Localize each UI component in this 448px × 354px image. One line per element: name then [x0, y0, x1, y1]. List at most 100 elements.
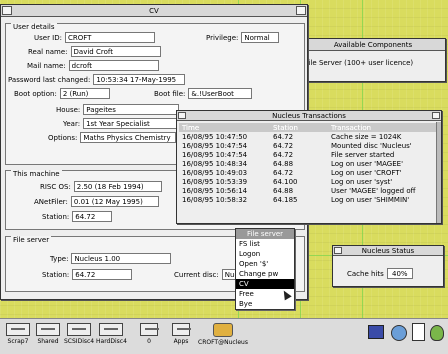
drive-icon	[67, 323, 92, 336]
password-changed-field: 10:53:34 17-May-1995	[93, 74, 186, 85]
table-row[interactable]: 16/08/95 10:58:32 64.185 Log on user 'SHIM…	[179, 195, 439, 204]
table-cell: 16/08/95 10:47:54	[182, 150, 248, 159]
toggle-size-icon[interactable]	[432, 112, 440, 119]
window-titlebar[interactable]: CV	[1, 5, 307, 17]
drive-icon	[6, 323, 30, 336]
cache-hits-label: Cache hits	[347, 269, 384, 278]
window-title: Nucleus Status	[361, 246, 415, 255]
back-icon[interactable]	[2, 6, 12, 15]
password-changed-label: Password last changed:	[8, 75, 91, 84]
fs-station-field: 64.72	[72, 269, 133, 280]
table-cell: 64.72	[273, 150, 294, 159]
back-icon[interactable]	[178, 112, 186, 119]
house-label: House:	[56, 105, 81, 114]
component-item[interactable]: File Server (100+ user licence)	[305, 59, 413, 67]
fs-type-label: Type:	[50, 254, 69, 263]
table-row[interactable]: 16/08/95 10:48:34 64.88 Log on user 'MAGEE…	[179, 159, 439, 168]
real-name-field: David Croft	[70, 46, 161, 57]
document-icon[interactable]	[412, 323, 425, 341]
table-cell: 64.72	[273, 132, 294, 141]
station-label: Station:	[42, 212, 70, 221]
menu-title: File server	[236, 229, 294, 239]
menu-item-bye[interactable]: Bye	[236, 299, 294, 309]
menu-item-fs-list[interactable]: FS list	[236, 239, 294, 249]
acorn-icon[interactable]	[430, 325, 444, 341]
window-titlebar[interactable]: Nucleus Transactions	[177, 111, 441, 121]
window-titlebar[interactable]: Nucleus Status	[333, 246, 443, 256]
table-cell: Log on user 'CROFT'	[331, 168, 402, 177]
options-label: Options:	[48, 133, 78, 142]
table-row[interactable]: 16/08/95 10:56:14 64.88 User 'MAGEE' logge…	[179, 186, 439, 195]
toggle-size-icon[interactable]	[296, 6, 306, 15]
drive-icon	[140, 323, 159, 336]
menu-item-cv[interactable]: CV	[236, 279, 294, 289]
table-header: Time Station Transaction	[179, 123, 439, 132]
table-cell: 16/08/95 10:47:54	[182, 141, 248, 150]
column-header-time: Time	[182, 123, 200, 132]
mail-name-field: dcroft	[68, 60, 159, 71]
table-row[interactable]: 16/08/95 10:49:03 64.72 Log on user 'CROFT…	[179, 168, 439, 177]
back-icon[interactable]	[334, 247, 342, 254]
nucleus-transactions-window[interactable]: Nucleus Transactions Time Station Transa…	[176, 110, 442, 224]
table-cell: 16/08/95 10:47:50	[182, 132, 248, 141]
table-row[interactable]: 16/08/95 10:47:50 64.72 Cache size = 1024K	[179, 132, 439, 141]
table-cell: Log on user 'syst'	[331, 177, 393, 186]
user-id-field: CROFT	[65, 32, 155, 43]
drive-icon	[36, 323, 60, 336]
table-cell: Mounted disc 'Nucleus'	[331, 141, 412, 150]
privilege-field: Normal	[241, 32, 280, 43]
table-cell: 16/08/95 10:48:34	[182, 159, 248, 168]
table-cell: 16/08/95 10:56:14	[182, 186, 248, 195]
iconbar-item-scrap7[interactable]: Scrap7	[6, 323, 30, 345]
boot-file-field: &.!UserBoot	[188, 88, 253, 99]
table-cell: 64.100	[273, 177, 298, 186]
table-row[interactable]: 16/08/95 10:47:54 64.72 Mounted disc 'Nucl…	[179, 141, 439, 150]
nucleus-status-window[interactable]: Nucleus Status Cache hits 40%	[332, 245, 444, 287]
display-icon[interactable]	[368, 325, 384, 339]
column-header-station: Station	[273, 123, 298, 132]
table-cell: 64.88	[273, 186, 294, 195]
fs-station-label: Station:	[42, 270, 70, 279]
anetfiler-label: ANetFiler:	[34, 197, 68, 206]
menu-item-change-pw[interactable]: Change pw	[236, 269, 294, 279]
privilege-label: Privilege:	[206, 33, 239, 42]
menu-item-logon[interactable]: Logon	[236, 249, 294, 259]
user-id-label: User ID:	[34, 33, 62, 42]
real-name-label: Real name:	[28, 47, 68, 56]
window-titlebar[interactable]: Available Components	[301, 39, 445, 51]
icon-bar: Scrap7 Shared SCSIDisc4 HardDisc4 0 Apps…	[0, 318, 448, 354]
iconbar-item-network[interactable]: CROFT@Nucleus	[198, 323, 248, 346]
palette-icon[interactable]	[391, 325, 407, 341]
vertical-scrollbar[interactable]	[436, 122, 441, 223]
house-field: Pageites	[83, 104, 180, 115]
boot-option-label: Boot option:	[14, 89, 57, 98]
iconbar-item-scsidisc[interactable]: SCSIDisc4	[64, 323, 94, 345]
table-cell: 64.72	[273, 141, 294, 150]
iconbar-item-shared[interactable]: Shared	[36, 323, 60, 345]
drive-icon	[99, 323, 124, 336]
section-title: This machine	[11, 170, 62, 178]
section-title: File server	[11, 236, 52, 244]
table-cell: Log on user 'MAGEE'	[331, 159, 403, 168]
apps-icon	[172, 323, 191, 336]
risc-os-field: 2.50 (18 Feb 1994)	[73, 181, 162, 192]
window-title: Available Components	[333, 40, 413, 49]
year-label: Year:	[63, 119, 81, 128]
iconbar-item-harddisc[interactable]: HardDisc4	[96, 323, 127, 345]
table-row[interactable]: 16/08/95 10:53:39 64.100 Log on user 'syst…	[179, 177, 439, 186]
table-row[interactable]: 16/08/95 10:47:54 64.72 File server starte…	[179, 150, 439, 159]
iconbar-item-apps[interactable]: Apps	[172, 323, 191, 345]
table-cell: User 'MAGEE' logged off	[331, 186, 416, 195]
table-cell: 16/08/95 10:49:03	[182, 168, 248, 177]
menu-item-open[interactable]: Open '$'	[236, 259, 294, 269]
station-field: 64.72	[72, 211, 113, 222]
mail-name-label: Mail name:	[27, 61, 66, 70]
table-cell: 64.72	[273, 168, 294, 177]
iconbar-item-ram[interactable]: 0	[140, 323, 159, 345]
available-components-window[interactable]: Available Components File Server (100+ u…	[300, 38, 446, 82]
cache-hits-field: 40%	[386, 268, 413, 279]
boot-option-field: 2 (Run)	[59, 88, 110, 99]
column-header-transaction: Transaction	[331, 123, 372, 132]
network-icon	[212, 323, 233, 337]
section-title: User details	[11, 23, 57, 31]
